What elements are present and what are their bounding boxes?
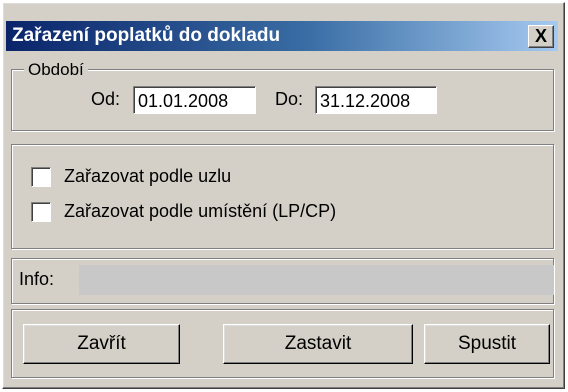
stop-button[interactable]: Zastavit <box>223 324 413 364</box>
period-group: Období Od: 01.01.2008 Do: 31.12.2008 <box>11 60 554 131</box>
checkbox-by-location[interactable] <box>31 202 51 222</box>
info-label: Info: <box>19 269 55 289</box>
start-button[interactable]: Spustit <box>424 324 550 364</box>
close-icon[interactable]: X <box>528 25 554 48</box>
from-label: Od: <box>91 89 121 109</box>
option-label-by-location: Zařazovat podle umístění (LP/CP) <box>64 201 337 221</box>
close-button[interactable]: Zavřít <box>23 324 180 364</box>
dialog-window: Zařazení poplatků do dokladu X Období Od… <box>2 2 565 389</box>
to-date-input[interactable]: 31.12.2008 <box>315 86 437 114</box>
period-legend: Období <box>24 60 88 80</box>
checkbox-by-node[interactable] <box>31 167 51 187</box>
option-label-by-node: Zařazovat podle uzlu <box>64 166 232 186</box>
options-group: Zařazovat podle uzlu Zařazovat podle umí… <box>11 144 554 249</box>
from-date-input[interactable]: 01.01.2008 <box>133 86 256 114</box>
window-title: Zařazení poplatků do dokladu <box>12 25 281 46</box>
title-bar[interactable]: Zařazení poplatků do dokladu X <box>6 21 558 51</box>
info-field <box>79 265 554 295</box>
to-label: Do: <box>275 89 304 109</box>
